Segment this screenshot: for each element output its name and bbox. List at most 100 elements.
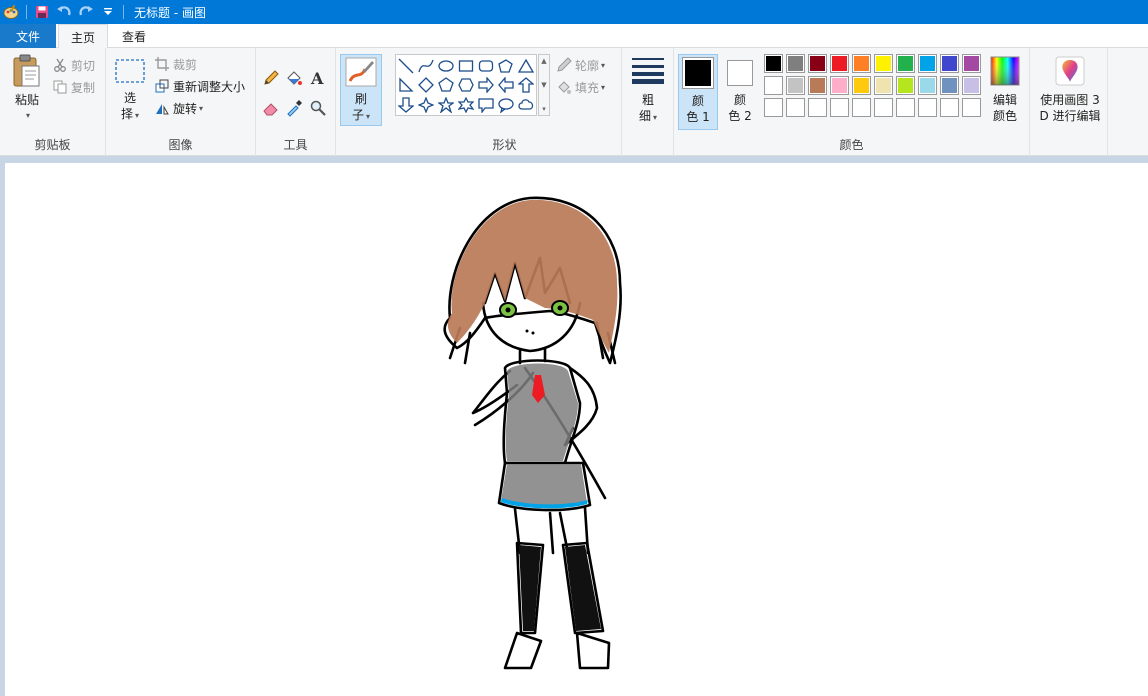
right-triangle-shape-icon[interactable] — [396, 75, 416, 95]
brushes-group: 刷 子 ▾ — [336, 48, 388, 156]
oval-callout-shape-icon[interactable] — [496, 95, 516, 115]
rotate-dropdown-icon[interactable]: ▾ — [199, 104, 203, 113]
left-arrow-shape-icon[interactable] — [496, 75, 516, 95]
palette-empty-swatch[interactable] — [852, 98, 871, 117]
rect-callout-shape-icon[interactable] — [476, 95, 496, 115]
palette-swatch-fill — [898, 78, 913, 93]
palette-swatch-fill — [788, 78, 803, 93]
rotate-button[interactable]: 旋转 ▾ — [154, 98, 203, 118]
scroll-up-icon[interactable]: ▲ — [541, 57, 546, 65]
colors-group-label: 颜色 — [839, 138, 864, 152]
select-button[interactable]: 选 择 ▾ — [112, 58, 148, 124]
outline-button[interactable]: 轮廓 ▾ — [556, 55, 605, 75]
fill-shape-dropdown-icon[interactable]: ▾ — [601, 83, 605, 92]
palette-swatch[interactable] — [764, 54, 783, 73]
resize-button[interactable]: 重新调整大小 — [154, 76, 245, 96]
palette-swatch[interactable] — [940, 76, 959, 95]
palette-swatch[interactable] — [896, 76, 915, 95]
color-picker-tool[interactable] — [285, 98, 303, 118]
five-point-star-shape-icon[interactable] — [436, 95, 456, 115]
gallery-expand-icon[interactable]: ▾ — [542, 105, 546, 113]
diamond-shape-icon[interactable] — [416, 75, 436, 95]
polygon-shape-icon[interactable] — [496, 56, 516, 76]
tab-home[interactable]: 主页 — [58, 24, 109, 49]
select-dropdown-icon[interactable]: ▾ — [135, 111, 139, 120]
palette-swatch[interactable] — [896, 54, 915, 73]
edit-colors-button[interactable]: 编辑 颜色 — [984, 56, 1026, 124]
palette-swatch[interactable] — [786, 54, 805, 73]
down-arrow-shape-icon[interactable] — [396, 95, 416, 115]
palette-empty-swatch[interactable] — [896, 98, 915, 117]
palette-swatch[interactable] — [786, 76, 805, 95]
size-button[interactable]: 粗 细 ▾ — [628, 56, 668, 126]
crop-button[interactable]: 裁剪 — [154, 54, 197, 74]
paint-app-icon[interactable] — [0, 1, 22, 23]
eraser-tool[interactable] — [262, 98, 280, 118]
palette-empty-swatch[interactable] — [940, 98, 959, 117]
four-point-star-shape-icon[interactable] — [416, 95, 436, 115]
redo-icon[interactable] — [75, 1, 97, 23]
palette-empty-swatch[interactable] — [764, 98, 783, 117]
palette-swatch[interactable] — [918, 76, 937, 95]
line-shape-icon[interactable] — [396, 56, 416, 76]
edit-with-paint3d-button[interactable]: 使用画图 3 D 进行编辑 — [1034, 56, 1106, 124]
color-2-fill — [730, 63, 750, 83]
magnifier-tool[interactable] — [309, 98, 327, 118]
curve-shape-icon[interactable] — [416, 56, 436, 76]
scroll-down-icon[interactable]: ▼ — [541, 81, 546, 89]
palette-swatch[interactable] — [852, 54, 871, 73]
palette-empty-swatch[interactable] — [808, 98, 827, 117]
palette-swatch[interactable] — [962, 54, 981, 73]
palette-empty-swatch[interactable] — [830, 98, 849, 117]
brushes-dropdown-icon[interactable]: ▾ — [366, 112, 370, 121]
palette-swatch[interactable] — [852, 76, 871, 95]
palette-swatch[interactable] — [874, 76, 893, 95]
pentagon-shape-icon[interactable] — [436, 75, 456, 95]
right-arrow-shape-icon[interactable] — [476, 75, 496, 95]
tab-file[interactable]: 文件 — [0, 24, 56, 48]
fill-shape-button[interactable]: 填充 ▾ — [556, 77, 605, 97]
paste-button[interactable]: 粘贴 ▾ — [6, 54, 48, 124]
color-2-button[interactable]: 颜色 2 — [720, 54, 760, 130]
shapes-gallery-scroll[interactable]: ▲ ▼ ▾ — [538, 54, 550, 116]
brushes-button[interactable]: 刷 子 ▾ — [340, 54, 382, 126]
copy-button[interactable]: 复制 — [52, 77, 95, 97]
hexagon-shape-icon[interactable] — [456, 75, 476, 95]
palette-swatch[interactable] — [962, 76, 981, 95]
palette-empty-swatch[interactable] — [918, 98, 937, 117]
save-icon[interactable] — [31, 1, 53, 23]
undo-icon[interactable] — [53, 1, 75, 23]
palette-empty-swatch[interactable] — [874, 98, 893, 117]
palette-swatch[interactable] — [764, 76, 783, 95]
fill-tool[interactable] — [285, 68, 303, 88]
color-1-button[interactable]: 颜色 1 — [678, 54, 718, 130]
image-group: 选 择 ▾ 裁剪 重新调整大小 旋转 ▾ 图像 — [106, 48, 256, 156]
cut-button[interactable]: 剪切 — [52, 55, 95, 75]
outline-dropdown-icon[interactable]: ▾ — [601, 61, 605, 70]
palette-empty-swatch[interactable] — [962, 98, 981, 117]
paste-dropdown-icon[interactable]: ▾ — [26, 108, 30, 124]
drawing-canvas[interactable] — [5, 163, 1148, 696]
palette-swatch[interactable] — [808, 76, 827, 95]
palette-swatch[interactable] — [830, 54, 849, 73]
customize-qa-dropdown-icon[interactable] — [97, 1, 119, 23]
up-arrow-shape-icon[interactable] — [516, 75, 536, 95]
oval-shape-icon[interactable] — [436, 56, 456, 76]
palette-swatch[interactable] — [830, 76, 849, 95]
palette-empty-swatch[interactable] — [786, 98, 805, 117]
tab-view[interactable]: 查看 — [110, 24, 158, 49]
palette-swatch[interactable] — [918, 54, 937, 73]
ribbon: 粘贴 ▾ 剪切 复制 剪贴板 选 择 ▾ 裁剪 重新调整大小 旋转 ▾ 图像 A… — [0, 48, 1148, 156]
six-point-star-shape-icon[interactable] — [456, 95, 476, 115]
palette-swatch[interactable] — [940, 54, 959, 73]
text-tool[interactable]: A — [309, 68, 327, 88]
rounded-rectangle-shape-icon[interactable] — [476, 56, 496, 76]
palette-swatch[interactable] — [874, 54, 893, 73]
palette-swatch[interactable] — [808, 54, 827, 73]
paint3d-label-1: 使用画图 3 — [1040, 93, 1100, 107]
rectangle-shape-icon[interactable] — [456, 56, 476, 76]
pencil-tool[interactable] — [262, 68, 280, 88]
cloud-callout-shape-icon[interactable] — [516, 95, 536, 115]
triangle-shape-icon[interactable] — [516, 56, 536, 76]
size-dropdown-icon[interactable]: ▾ — [653, 113, 657, 122]
